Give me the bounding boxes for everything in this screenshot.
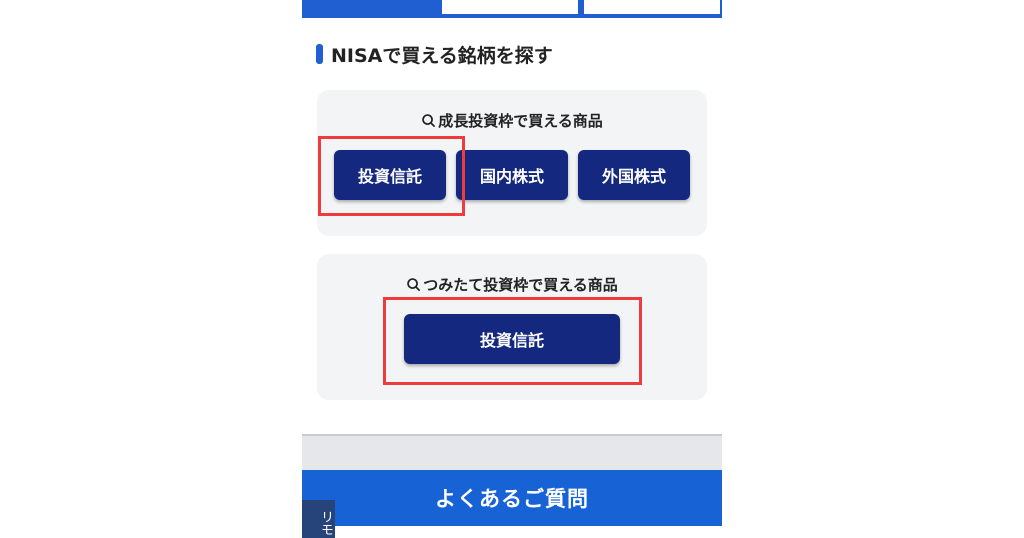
section-title-text: NISAで買える銘柄を探す [331,44,553,67]
search-icon [422,114,436,127]
faq-label: よくあるご質問 [435,487,589,511]
highlight-box [383,297,642,385]
phone-screen: NISAで買える銘柄を探す 成長投資枠で買える商品 投資信託 国内株式 外国株式… [302,0,722,538]
title-accent-bar [316,44,323,64]
growth-foreign-stock-button[interactable]: 外国株式 [578,150,690,200]
highlight-box [318,136,465,216]
growth-frame-heading-text: 成長投資枠で買える商品 [438,112,603,130]
top-tab[interactable] [582,0,722,14]
top-tab-strip [302,0,722,18]
tsumitate-frame-heading-text: つみたて投資枠で買える商品 [423,276,618,294]
side-tab-label: リモ [318,510,333,536]
growth-frame-heading: 成長投資枠で買える商品 [317,110,707,131]
growth-domestic-stock-button[interactable]: 国内株式 [456,150,568,200]
side-floating-tab[interactable]: リモ [302,500,335,538]
section-title: NISAで買える銘柄を探す [316,40,553,68]
tsumitate-frame-heading: つみたて投資枠で買える商品 [317,274,707,295]
faq-button[interactable]: よくあるご質問 [302,470,722,526]
top-tab[interactable] [440,0,580,14]
section-divider-band [302,434,722,472]
search-icon [407,278,421,291]
